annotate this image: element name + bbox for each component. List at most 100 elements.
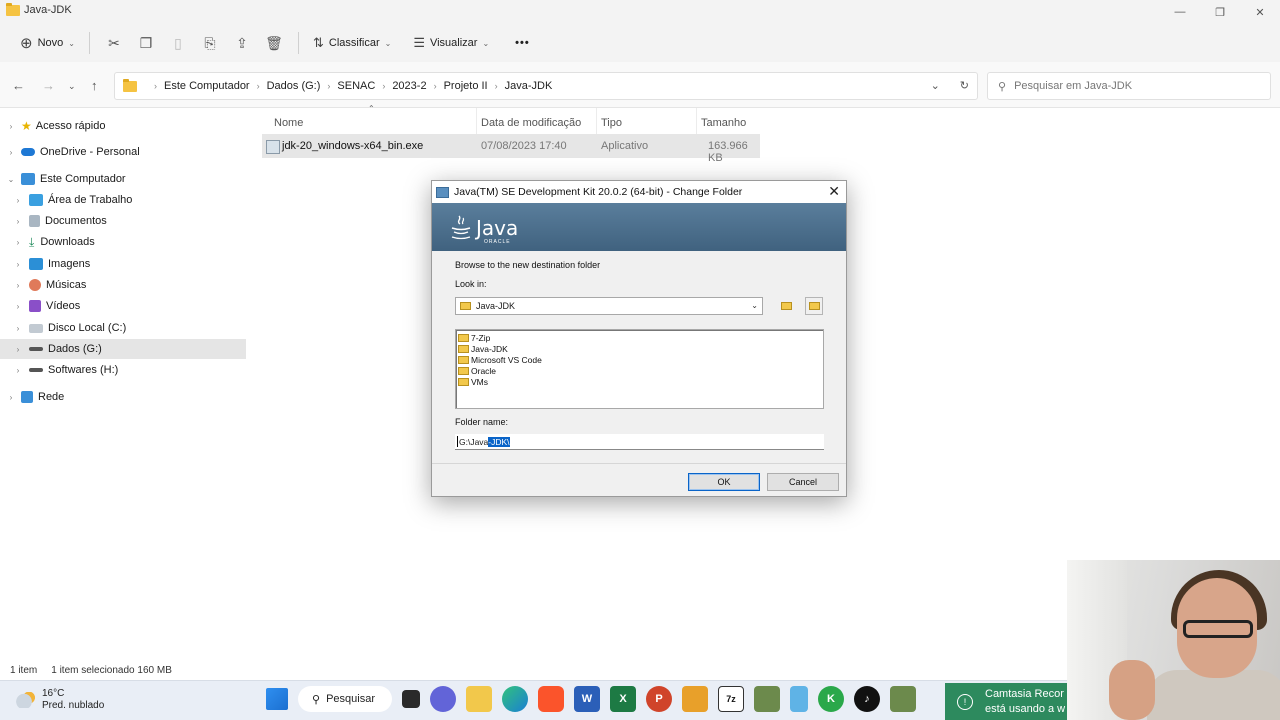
task-view-icon[interactable] — [402, 690, 420, 708]
cut-icon[interactable]: ✂ — [98, 28, 130, 58]
close-icon[interactable]: ✕ — [828, 183, 840, 200]
sidebar-item-label: Área de Trabalho — [48, 194, 133, 206]
breadcrumb-item[interactable]: Este Computador — [164, 80, 250, 92]
taskbar-search[interactable]: ⚲ Pesquisar — [298, 686, 392, 712]
tiktok-icon[interactable]: ♪ — [854, 686, 880, 712]
sidebar-item-pictures[interactable]: › Imagens — [13, 254, 90, 274]
folder-icon — [458, 366, 469, 375]
new-folder-button[interactable] — [805, 297, 823, 315]
brave-icon[interactable] — [538, 686, 564, 712]
toolbar-divider — [297, 32, 299, 54]
sidebar-item-desktop[interactable]: › Área de Trabalho — [13, 190, 132, 210]
sidebar-item-quick-access[interactable]: › ★ Acesso rápido — [6, 116, 106, 136]
expand-chevron-icon[interactable]: › — [6, 148, 16, 157]
drive-icon — [29, 323, 43, 333]
sidebar-item-documents[interactable]: › Documentos — [13, 211, 107, 231]
look-in-select[interactable]: Java-JDK ⌄ — [455, 297, 763, 315]
sort-icon: ⇅ — [312, 35, 324, 50]
notepad-icon[interactable] — [790, 686, 808, 712]
word-icon[interactable]: W — [574, 686, 600, 712]
forward-arrow-icon[interactable]: → — [42, 78, 55, 93]
address-dropdown-icon[interactable]: ⌄ — [931, 79, 940, 92]
search-icon: ⚲ — [312, 693, 321, 706]
column-header-modified[interactable]: Data de modificação — [481, 112, 581, 134]
share-icon[interactable]: ⇪ — [226, 28, 258, 58]
column-header-label: Nome — [274, 117, 304, 129]
list-item[interactable]: Java-JDK — [458, 343, 508, 354]
search-input[interactable]: ⚲ Pesquisar em Java-JDK — [987, 72, 1271, 100]
maximize-button[interactable]: ❐ — [1200, 0, 1240, 24]
app-icon[interactable] — [890, 686, 916, 712]
sidebar-item-music[interactable]: › Músicas — [13, 275, 86, 295]
sidebar-item-softwares-h[interactable]: › Softwares (H:) — [13, 360, 119, 380]
sort-button[interactable]: ⇅ Classificar ⌄ — [307, 28, 397, 58]
camtasia-notification[interactable]: ! Camtasia Recor está usando a w — [945, 683, 1085, 720]
expand-chevron-icon[interactable]: › — [13, 196, 23, 205]
expand-chevron-icon[interactable]: › — [6, 122, 16, 131]
up-arrow-icon[interactable]: ↑ — [91, 78, 98, 93]
app-icon[interactable] — [754, 686, 780, 712]
back-arrow-icon[interactable]: ← — [12, 78, 25, 93]
sidebar-item-videos[interactable]: › Vídeos — [13, 296, 80, 316]
up-folder-button[interactable] — [777, 297, 795, 315]
breadcrumb-item[interactable]: SENAC — [337, 80, 375, 92]
kotlin-icon[interactable]: K — [818, 686, 844, 712]
folder-label: VMs — [471, 376, 488, 387]
chat-icon[interactable] — [430, 686, 456, 712]
list-item[interactable]: Microsoft VS Code — [458, 354, 542, 365]
list-item[interactable]: Oracle — [458, 365, 496, 376]
edge-icon[interactable] — [502, 686, 528, 712]
7zip-icon[interactable]: 7z — [718, 686, 744, 712]
more-options-button[interactable]: ••• — [509, 28, 536, 58]
weather-widget[interactable]: 16°C Pred. nublado — [16, 688, 104, 712]
rename-icon[interactable]: ⎘ — [194, 28, 226, 58]
sidebar-item-downloads[interactable]: › ⤓ Downloads — [13, 232, 95, 252]
breadcrumb-item[interactable]: Dados (G:) — [267, 80, 321, 92]
column-header-name[interactable]: Nome — [274, 112, 303, 134]
new-button[interactable]: ⊕ Novo ⌄ — [14, 28, 81, 58]
folder-up-icon — [780, 302, 792, 310]
table-row[interactable]: jdk-20_windows-x64_bin.exe 07/08/2023 17… — [262, 134, 760, 164]
minimize-button[interactable]: — — [1160, 0, 1200, 24]
computer-icon — [21, 173, 35, 185]
excel-icon[interactable]: X — [610, 686, 636, 712]
sidebar-item-network[interactable]: › Rede — [6, 387, 64, 407]
trash-icon[interactable]: 🗑 — [258, 28, 290, 58]
collapse-chevron-icon[interactable]: ⌄ — [6, 175, 16, 184]
breadcrumb-item[interactable]: Projeto II — [444, 80, 488, 92]
sidebar-item-onedrive[interactable]: › OneDrive - Personal — [6, 142, 140, 162]
expand-chevron-icon[interactable]: › — [6, 393, 16, 402]
sidebar-item-dados-g[interactable]: › Dados (G:) — [0, 339, 246, 359]
ok-button[interactable]: OK — [688, 473, 760, 491]
paste-icon[interactable]: ▯ — [162, 28, 194, 58]
expand-chevron-icon[interactable]: › — [13, 281, 23, 290]
view-button[interactable]: ☰ Visualizar ⌄ — [407, 28, 495, 58]
list-item[interactable]: 7-Zip — [458, 332, 490, 343]
expand-chevron-icon[interactable]: › — [13, 324, 23, 333]
sidebar-item-local-disk-c[interactable]: › Disco Local (C:) — [13, 318, 127, 338]
folder-name-input[interactable]: G:\Java -JDK\ — [455, 434, 824, 450]
cancel-button[interactable]: Cancel — [767, 473, 839, 491]
app-icon[interactable] — [682, 686, 708, 712]
address-bar[interactable]: › Este Computador › Dados (G:) › SENAC ›… — [114, 72, 978, 100]
folder-list[interactable]: 7-Zip Java-JDK Microsoft VS Code Oracle … — [455, 329, 824, 409]
recent-chevron-icon[interactable]: ⌄ — [68, 81, 76, 92]
column-header-size[interactable]: Tamanho — [701, 112, 746, 134]
close-window-button[interactable]: ✕ — [1240, 0, 1280, 24]
column-header-type[interactable]: Tipo — [601, 112, 622, 134]
refresh-icon[interactable]: ↻ — [960, 79, 969, 92]
list-item[interactable]: VMs — [458, 376, 488, 387]
expand-chevron-icon[interactable]: › — [13, 366, 23, 375]
expand-chevron-icon[interactable]: › — [13, 345, 23, 354]
expand-chevron-icon[interactable]: › — [13, 238, 23, 247]
powerpoint-icon[interactable]: P — [646, 686, 672, 712]
file-explorer-icon[interactable] — [466, 686, 492, 712]
start-icon[interactable] — [266, 688, 288, 710]
sidebar-item-this-pc[interactable]: ⌄ Este Computador — [6, 169, 126, 189]
expand-chevron-icon[interactable]: › — [13, 302, 23, 311]
copy-icon[interactable]: ❐ — [130, 28, 162, 58]
expand-chevron-icon[interactable]: › — [13, 217, 23, 226]
breadcrumb-item[interactable]: Java-JDK — [505, 80, 553, 92]
breadcrumb-item[interactable]: 2023-2 — [392, 80, 426, 92]
expand-chevron-icon[interactable]: › — [13, 260, 23, 269]
